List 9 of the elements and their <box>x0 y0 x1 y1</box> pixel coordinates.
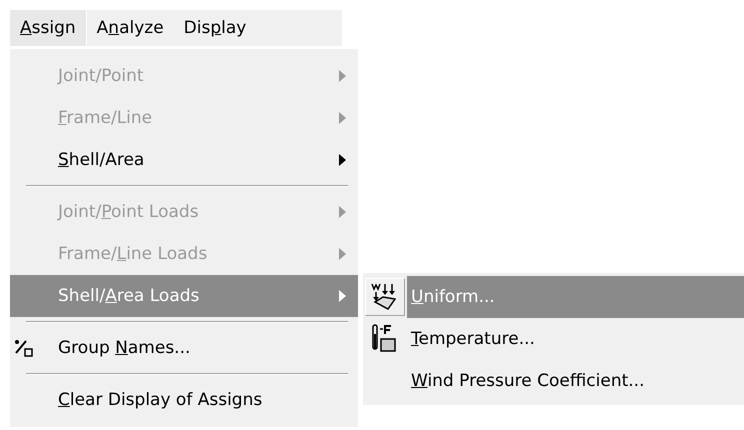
menu-bar-item[interactable]: Analyze <box>86 10 174 46</box>
group-names-icon <box>14 339 34 357</box>
menu-item[interactable]: Shell/Area <box>10 139 358 181</box>
submenu-item[interactable]: Wind Pressure Coefficient... <box>363 360 744 402</box>
menu-bar-item[interactable]: Display <box>174 10 256 46</box>
submenu-item[interactable]: Temperature... <box>363 318 744 360</box>
menu-item[interactable]: Group Names... <box>10 327 358 369</box>
menu-bar-item[interactable]: Assign <box>10 10 87 46</box>
menu-item[interactable]: Clear Display of Assigns <box>10 379 358 421</box>
